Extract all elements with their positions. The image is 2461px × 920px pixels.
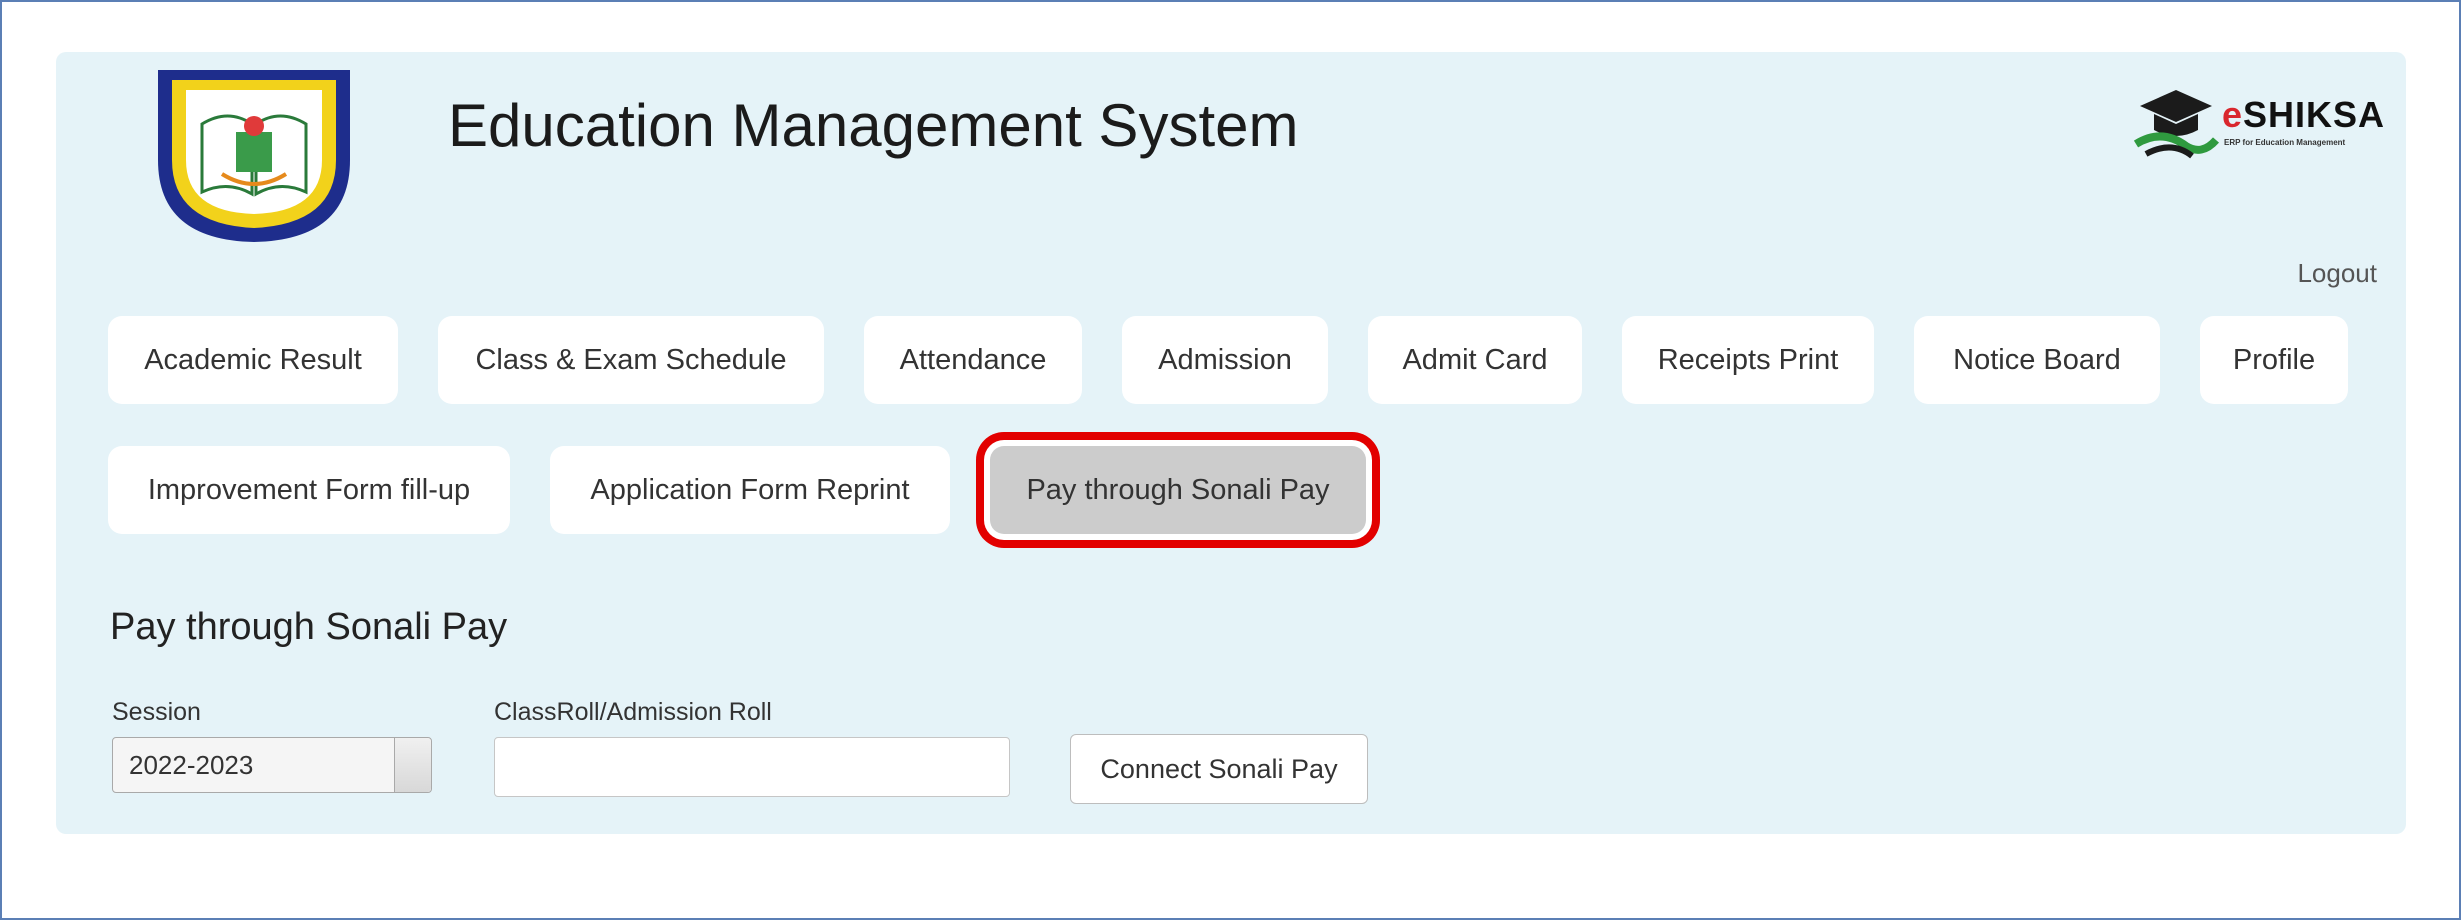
nav-notice-board[interactable]: Notice Board bbox=[1914, 316, 2160, 404]
college-logo bbox=[152, 64, 356, 244]
brand-tagline: ERP for Education Management bbox=[2224, 138, 2346, 147]
nav-academic-result[interactable]: Academic Result bbox=[108, 316, 398, 404]
nav-attendance[interactable]: Attendance bbox=[864, 316, 1082, 404]
nav-admit-card[interactable]: Admit Card bbox=[1368, 316, 1582, 404]
roll-label: ClassRoll/Admission Roll bbox=[494, 698, 772, 726]
nav-receipts-print[interactable]: Receipts Print bbox=[1622, 316, 1874, 404]
nav-application-form-reprint[interactable]: Application Form Reprint bbox=[550, 446, 950, 534]
class-roll-input[interactable] bbox=[494, 737, 1010, 797]
connect-sonali-pay-button[interactable]: Connect Sonali Pay bbox=[1070, 734, 1368, 804]
section-title: Pay through Sonali Pay bbox=[110, 606, 508, 648]
page-title: Education Management System bbox=[448, 92, 1299, 159]
nav-improvement-form[interactable]: Improvement Form fill-up bbox=[108, 446, 510, 534]
main-panel bbox=[56, 52, 2406, 834]
session-label: Session bbox=[112, 698, 201, 726]
nav-profile[interactable]: Profile bbox=[2200, 316, 2348, 404]
session-select[interactable]: 2022-2023 bbox=[112, 737, 432, 793]
nav-pay-through-sonali-pay[interactable]: Pay through Sonali Pay bbox=[990, 446, 1366, 534]
brand-name: eSHIKSA bbox=[2222, 94, 2386, 135]
session-selected-value: 2022-2023 bbox=[129, 749, 254, 780]
dropdown-arrow-icon[interactable] bbox=[394, 738, 431, 792]
graduation-cap-icon bbox=[2133, 90, 2220, 159]
nav-class-exam-schedule[interactable]: Class & Exam Schedule bbox=[438, 316, 824, 404]
logout-link[interactable]: Logout bbox=[2297, 258, 2377, 289]
eshiksa-brand-logo: eSHIKSA ERP for Education Management bbox=[2132, 84, 2384, 164]
nav-admission[interactable]: Admission bbox=[1122, 316, 1328, 404]
